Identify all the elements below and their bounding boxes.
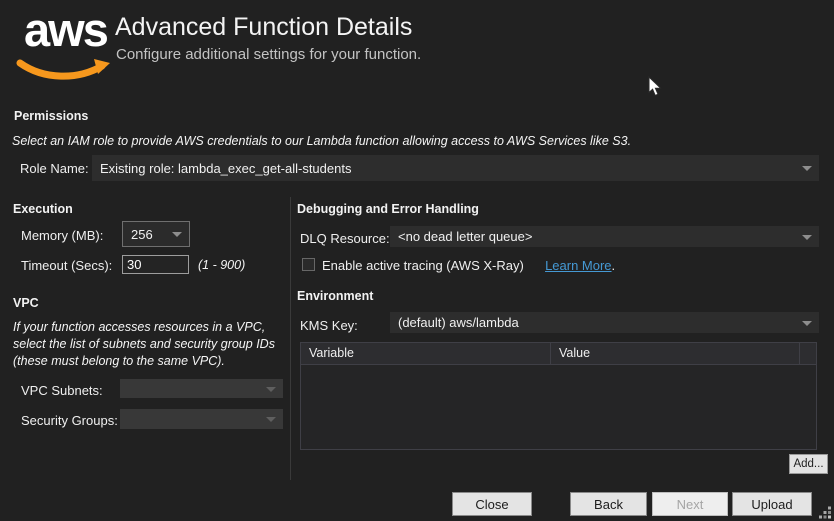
- security-groups-dropdown[interactable]: [120, 409, 283, 429]
- vpc-heading: VPC: [13, 296, 39, 310]
- active-tracing-label: Enable active tracing (AWS X-Ray) Learn …: [322, 258, 615, 273]
- chevron-down-icon: [802, 234, 812, 240]
- vpc-description: If your function accesses resources in a…: [13, 320, 275, 368]
- learn-more-link[interactable]: Learn More: [545, 258, 611, 273]
- security-groups-label: Security Groups:: [21, 413, 118, 428]
- role-name-value: Existing role: lambda_exec_get-all-stude…: [100, 160, 352, 176]
- kms-key-dropdown[interactable]: (default) aws/lambda: [390, 312, 819, 333]
- active-tracing-checkbox[interactable]: [302, 258, 315, 271]
- permissions-heading: Permissions: [14, 109, 89, 123]
- active-tracing-text: Enable active tracing (AWS X-Ray): [322, 258, 524, 273]
- vpc-subnets-label: VPC Subnets:: [21, 383, 103, 398]
- close-button[interactable]: Close: [452, 492, 532, 516]
- resize-grip-icon[interactable]: [819, 506, 832, 519]
- memory-label: Memory (MB):: [21, 228, 104, 243]
- kms-key-value: (default) aws/lambda: [398, 315, 519, 330]
- aws-smile-icon: [16, 59, 110, 80]
- advanced-function-details-dialog: aws Advanced Function Details Configure …: [0, 0, 834, 521]
- timeout-input[interactable]: [122, 255, 189, 274]
- environment-variables-table[interactable]: Variable Value: [300, 342, 817, 450]
- upload-button[interactable]: Upload: [732, 492, 812, 516]
- dlq-value: <no dead letter queue>: [398, 229, 533, 244]
- next-button[interactable]: Next: [652, 492, 728, 516]
- column-divider: [290, 197, 291, 480]
- chevron-down-icon: [172, 232, 182, 237]
- kms-key-label: KMS Key:: [300, 318, 358, 333]
- chevron-down-icon: [802, 320, 812, 326]
- mouse-cursor-icon: [648, 76, 662, 97]
- learn-more-period: .: [611, 258, 616, 273]
- role-name-label: Role Name:: [20, 161, 89, 176]
- timeout-label: Timeout (Secs):: [21, 258, 113, 273]
- column-header-value[interactable]: Value: [551, 343, 800, 364]
- column-header-variable[interactable]: Variable: [301, 343, 551, 364]
- timeout-range-hint: (1 - 900): [198, 258, 246, 272]
- column-header-spacer: [800, 343, 816, 364]
- dlq-label: DLQ Resource:: [300, 231, 390, 246]
- permissions-description: Select an IAM role to provide AWS creden…: [12, 134, 632, 148]
- aws-logo: aws: [10, 6, 110, 90]
- role-name-dropdown[interactable]: Existing role: lambda_exec_get-all-stude…: [92, 155, 819, 181]
- back-button[interactable]: Back: [570, 492, 647, 516]
- debugging-heading: Debugging and Error Handling: [297, 202, 479, 216]
- add-variable-button[interactable]: Add...: [789, 454, 828, 474]
- page-title: Advanced Function Details: [115, 13, 413, 41]
- aws-logo-text: aws: [24, 3, 109, 56]
- chevron-down-icon: [802, 166, 812, 171]
- page-subtitle: Configure additional settings for your f…: [116, 46, 422, 63]
- table-header-row: Variable Value: [301, 343, 816, 365]
- vpc-subnets-dropdown[interactable]: [120, 379, 283, 398]
- memory-value: 256: [131, 226, 153, 242]
- environment-heading: Environment: [297, 289, 374, 303]
- dlq-dropdown[interactable]: <no dead letter queue>: [390, 226, 819, 247]
- memory-dropdown[interactable]: 256: [122, 221, 190, 247]
- chevron-down-icon: [266, 386, 276, 392]
- execution-heading: Execution: [13, 202, 73, 216]
- chevron-down-icon: [266, 417, 276, 422]
- table-body-empty[interactable]: [301, 365, 816, 450]
